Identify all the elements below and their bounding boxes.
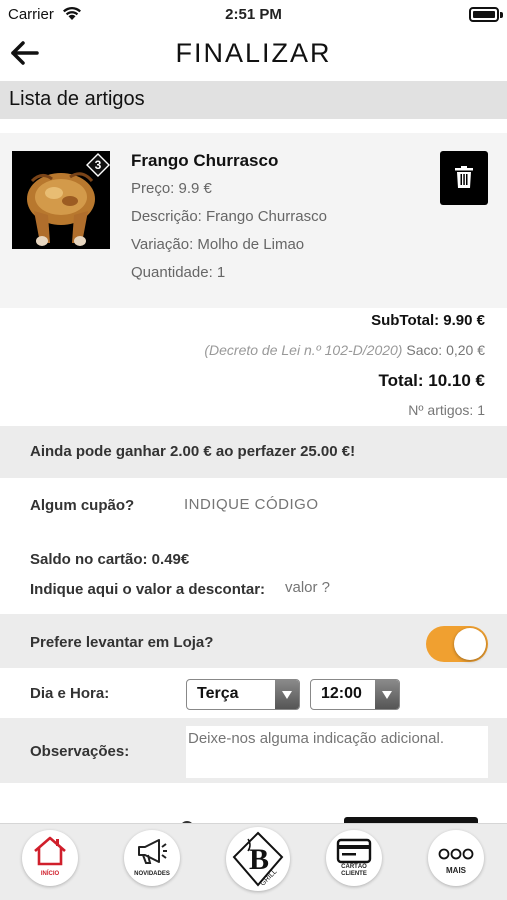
tab-mais[interactable]: MAIS [428,830,484,886]
product-image: 3 [12,151,110,249]
pickup-row: Prefere levantar em Loja? [0,614,507,668]
product-description: Descrição: Frango Churrasco [131,208,327,225]
svg-text:B: B [249,843,269,876]
pickup-label: Prefere levantar em Loja? [30,634,214,651]
datetime-label: Dia e Hora: [30,685,110,702]
promo-message: Ainda pode ganhar 2.00 € ao perfazer 25.… [0,426,507,478]
product-info: Frango Churrasco Preço: 9.9 € Descrição:… [131,151,327,292]
tab-bar: INÍCIO NOVIDADES B GRILL CARTÃOCLIENTE [0,823,507,900]
more-icon [438,848,474,860]
clock: 2:51 PM [225,6,282,23]
chevron-down-icon [375,680,399,709]
grill-logo-icon: B GRILL [232,831,284,888]
product-variation: Variação: Molho de Limao [131,236,305,253]
nav-bar: FINALIZAR [0,30,507,78]
bag-law-reference: (Decreto de Lei n.º 102-D/2020) [204,342,403,358]
delete-item-button[interactable] [440,151,488,205]
cart-item: 3 Frango Churrasco Preço: 9.9 € Descriçã… [0,133,507,308]
hour-select[interactable]: 12:00 [310,679,400,710]
hour-select-value: 12:00 [321,685,362,702]
product-price: Preço: 9.9 € [131,180,212,197]
notes-row: Observações: [0,718,507,783]
home-icon [34,836,66,866]
product-name: Frango Churrasco [131,151,279,170]
order-totals: SubTotal: 9.90 € (Decreto de Lei n.º 102… [0,308,507,424]
coupon-code-input[interactable] [184,492,384,516]
chevron-down-icon [275,680,299,709]
coupon-label: Algum cupão? [30,497,135,514]
section-title: Lista de artigos [0,81,507,119]
bag-price: Saco: 0,20 € [406,342,485,358]
battery-tip [500,12,503,18]
partial-content [0,783,507,823]
discount-value-input[interactable] [285,576,405,598]
subtotal: SubTotal: 9.90 € [371,312,485,329]
tab-cartao-label: CARTÃO CLIENTE [341,864,367,877]
megaphone-icon [138,839,167,864]
tab-cartao-cliente[interactable]: CARTÃO CLIENTE [326,830,382,886]
tab-grill[interactable]: B GRILL [226,827,290,891]
card-balance: Saldo no cartão: 0.49€ [30,551,190,568]
discount-label: Indique aqui o valor a descontar: [30,581,266,598]
tab-novidades-label: NOVIDADES [134,871,170,877]
notes-input[interactable] [186,726,488,778]
day-select[interactable]: Terça [186,679,300,710]
total: Total: 10.10 € [378,371,485,390]
tab-novidades[interactable]: NOVIDADES [124,830,180,886]
status-bar: Carrier 2:51 PM [0,0,507,30]
battery-icon [469,7,499,22]
svg-text:3: 3 [95,158,102,172]
card-icon [336,838,372,864]
bag-fee: (Decreto de Lei n.º 102-D/2020) Saco: 0,… [204,342,485,358]
number-badge-icon: 3 [86,153,110,177]
items-count: Nº artigos: 1 [408,402,485,418]
page-title: FINALIZAR [175,38,332,68]
toggle-knob [454,628,486,660]
trash-icon [455,166,473,188]
product-quantity: Quantidade: 1 [131,264,226,281]
coupon-section: Algum cupão? Saldo no cartão: 0.49€ Indi… [0,478,507,612]
tab-inicio[interactable]: INÍCIO [22,830,78,886]
day-select-value: Terça [197,685,239,702]
datetime-row: Dia e Hora: Terça 12:00 [0,668,507,718]
tab-inicio-label: INÍCIO [40,871,60,877]
notes-label: Observações: [30,743,130,760]
pickup-toggle[interactable] [426,626,488,662]
tab-mais-label: MAIS [446,866,466,875]
